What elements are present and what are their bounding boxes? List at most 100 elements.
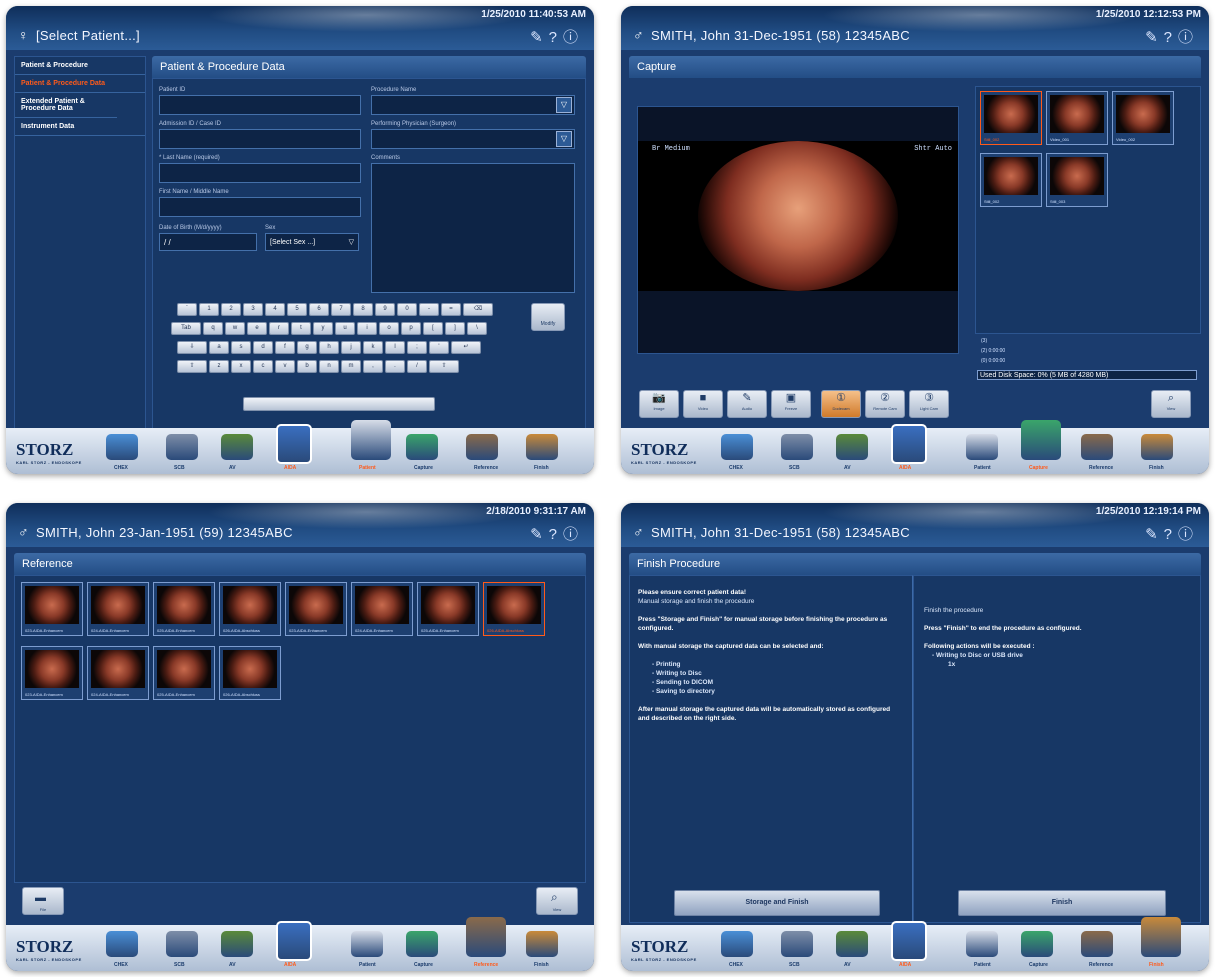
key-1-1[interactable]: q	[203, 322, 223, 335]
patient-header[interactable]: SMITH, John 23-Jan-1951 (59) 12345ABC	[36, 525, 293, 540]
key-3-9[interactable]: .	[385, 360, 405, 373]
view-button[interactable]: ⌕ View	[536, 887, 578, 915]
key-2-0[interactable]: ⇩	[177, 341, 207, 354]
sidebar-item-patient-data[interactable]: Patient & Procedure Data	[15, 75, 145, 93]
sidebar-item-instrument[interactable]: Instrument Data	[15, 118, 145, 136]
dock-capture-icon[interactable]	[406, 434, 438, 460]
dock-chex-icon[interactable]	[106, 931, 138, 957]
key-1-4[interactable]: r	[269, 322, 289, 335]
key-3-11[interactable]: ⇧	[429, 360, 459, 373]
key-1-0[interactable]: Tab	[171, 322, 201, 335]
dock-aida-icon[interactable]	[891, 424, 927, 464]
key-0-2[interactable]: 2	[221, 303, 241, 316]
dock-av-icon[interactable]	[221, 931, 253, 957]
dock-chex-icon[interactable]	[106, 434, 138, 460]
finish-button[interactable]: Finish	[958, 890, 1166, 916]
dock-scb-icon[interactable]	[166, 434, 198, 460]
admission-field[interactable]	[159, 129, 361, 149]
key-1-13[interactable]: \	[467, 322, 487, 335]
dock-aida-icon[interactable]	[276, 424, 312, 464]
dock-av-icon[interactable]	[836, 434, 868, 460]
reference-thumbnail[interactable]: 023-AIDA-Enhancem	[21, 582, 83, 636]
toolbar-remote-cam-button[interactable]: ② Remote Cam	[865, 390, 905, 418]
key-2-12[interactable]: ↵	[451, 341, 481, 354]
reference-thumbnail[interactable]: 024-AIDA-Enhancem	[87, 646, 149, 700]
key-2-10[interactable]: ;	[407, 341, 427, 354]
tools-icons[interactable]: ✎?ⓘ	[530, 523, 584, 544]
key-1-9[interactable]: o	[379, 322, 399, 335]
space-key[interactable]	[243, 397, 435, 411]
dock-finish-icon[interactable]	[526, 931, 558, 957]
key-1-12[interactable]: ]	[445, 322, 465, 335]
key-1-7[interactable]: u	[335, 322, 355, 335]
key-2-1[interactable]: a	[209, 341, 229, 354]
reference-thumbnail[interactable]: 026-AIDA-Abschluss	[219, 582, 281, 636]
live-video[interactable]: Br Medium Shtr Auto	[638, 141, 958, 291]
modify-button[interactable]: Modify	[531, 303, 565, 331]
dock-finish-icon[interactable]	[526, 434, 558, 460]
key-3-3[interactable]: c	[253, 360, 273, 373]
dock-av-icon[interactable]	[836, 931, 868, 957]
tools-icons[interactable]: ✎?ⓘ	[1145, 523, 1199, 544]
key-0-8[interactable]: 8	[353, 303, 373, 316]
reference-thumbnail[interactable]: 024-AIDA-Enhancem	[351, 582, 413, 636]
dock-scb-icon[interactable]	[166, 931, 198, 957]
capture-thumbnail[interactable]: Still_002	[980, 153, 1042, 207]
dock-av-icon[interactable]	[221, 434, 253, 460]
physician-select[interactable]: ▽	[371, 129, 575, 149]
comments-field[interactable]	[371, 163, 575, 293]
key-2-6[interactable]: h	[319, 341, 339, 354]
key-0-0[interactable]: `	[177, 303, 197, 316]
dock-aida-icon[interactable]	[891, 921, 927, 961]
sex-select[interactable]: [Select Sex ...] ▽	[265, 233, 359, 251]
dock-capture-icon[interactable]	[406, 931, 438, 957]
dock-aida-icon[interactable]	[276, 921, 312, 961]
key-3-10[interactable]: /	[407, 360, 427, 373]
dock-chex-icon[interactable]	[721, 931, 753, 957]
dock-chex-icon[interactable]	[721, 434, 753, 460]
key-0-13[interactable]: ⌫	[463, 303, 493, 316]
dock-patient-icon[interactable]	[351, 420, 391, 460]
key-1-5[interactable]: t	[291, 322, 311, 335]
dock-finish-icon[interactable]	[1141, 434, 1173, 460]
dock-finish-icon[interactable]	[1141, 917, 1181, 957]
key-1-11[interactable]: [	[423, 322, 443, 335]
toolbar-dodecam-button[interactable]: ① Dodecam	[821, 390, 861, 418]
procedure-select[interactable]: ▽	[371, 95, 575, 115]
key-3-5[interactable]: b	[297, 360, 317, 373]
file-button[interactable]: ▬ File	[22, 887, 64, 915]
key-2-11[interactable]: '	[429, 341, 449, 354]
key-1-3[interactable]: e	[247, 322, 267, 335]
reference-thumbnail[interactable]: 026-AIDA-Abschluss	[219, 646, 281, 700]
key-0-5[interactable]: 5	[287, 303, 307, 316]
toolbar-light-cam-button[interactable]: ③ Light Cam	[909, 390, 949, 418]
key-3-6[interactable]: n	[319, 360, 339, 373]
key-0-1[interactable]: 1	[199, 303, 219, 316]
key-0-11[interactable]: -	[419, 303, 439, 316]
key-0-4[interactable]: 4	[265, 303, 285, 316]
dob-field[interactable]: / /	[159, 233, 257, 251]
dock-capture-icon[interactable]	[1021, 931, 1053, 957]
key-2-9[interactable]: l	[385, 341, 405, 354]
capture-thumbnail[interactable]: Video_002	[1112, 91, 1174, 145]
sidebar-item-extended[interactable]: Extended Patient & Procedure Data	[15, 93, 117, 118]
toolbar-audio-button[interactable]: ✎ Audio	[727, 390, 767, 418]
reference-thumbnail[interactable]: 023-AIDA-Enhancem	[21, 646, 83, 700]
patient-header[interactable]: [Select Patient...]	[36, 28, 140, 43]
toolbar-freeze-button[interactable]: ▣ Freeze	[771, 390, 811, 418]
key-3-0[interactable]: ⇧	[177, 360, 207, 373]
key-0-12[interactable]: =	[441, 303, 461, 316]
key-3-8[interactable]: ,	[363, 360, 383, 373]
tools-icons[interactable]: ✎?ⓘ	[1145, 26, 1199, 47]
toolbar-video-button[interactable]: ■ Video	[683, 390, 723, 418]
first-name-field[interactable]	[159, 197, 361, 217]
reference-thumbnail[interactable]: 025-AIDA-Enhancem	[153, 582, 215, 636]
capture-thumbnail[interactable]: Still_002	[980, 91, 1042, 145]
dock-patient-icon[interactable]	[351, 931, 383, 957]
key-1-6[interactable]: y	[313, 322, 333, 335]
patient-header[interactable]: SMITH, John 31-Dec-1951 (58) 12345ABC	[651, 525, 910, 540]
toolbar-view-button[interactable]: ⌕ View	[1151, 390, 1191, 418]
key-2-5[interactable]: g	[297, 341, 317, 354]
key-0-9[interactable]: 9	[375, 303, 395, 316]
dock-reference-icon[interactable]	[466, 917, 506, 957]
